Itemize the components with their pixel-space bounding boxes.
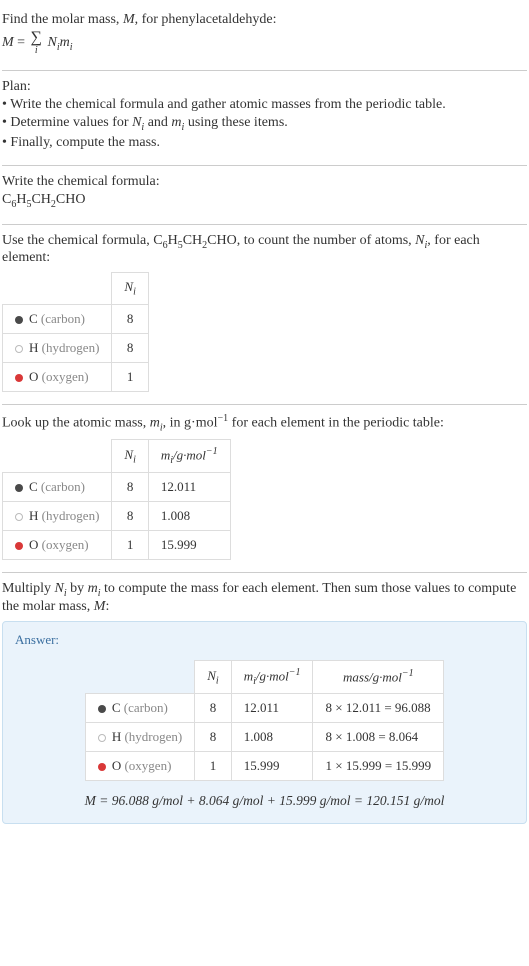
plan-item: • Finally, compute the mass. bbox=[2, 135, 527, 151]
molar-mass-formula: M = ∑ i Nimi bbox=[2, 30, 527, 56]
table-row: H (hydrogen) 8 1.008 bbox=[3, 502, 231, 531]
calc-cell: 8 × 1.008 = 8.064 bbox=[313, 723, 444, 752]
element-cell: H (hydrogen) bbox=[3, 333, 112, 362]
answer-box: Answer: Ni mi/g·mol−1 mass/g·mol−1 C (ca… bbox=[2, 621, 527, 824]
m-cell: 1.008 bbox=[148, 502, 230, 531]
table-row: C (carbon) 8 12.011 8 × 12.011 = 96.088 bbox=[85, 694, 443, 723]
header-m: mi/g·mol−1 bbox=[231, 661, 313, 694]
count-text-a: Use the chemical formula, bbox=[2, 233, 153, 248]
chem-formula-section: Write the chemical formula: C6H5CH2CHO bbox=[2, 166, 527, 225]
table-row: O (oxygen) 1 15.999 1 × 15.999 = 15.999 bbox=[85, 752, 443, 781]
n-cell: 1 bbox=[112, 362, 148, 391]
table-row: C (carbon) 8 bbox=[3, 304, 149, 333]
chem-formula-heading: Write the chemical formula: bbox=[2, 174, 527, 190]
plan-item: • Determine values for Ni and mi using t… bbox=[2, 115, 527, 133]
count-text: Use the chemical formula, C6H5CH2CHO, to… bbox=[2, 233, 527, 267]
element-cell: O (oxygen) bbox=[3, 531, 112, 560]
element-cell: C (carbon) bbox=[85, 694, 194, 723]
table-row: O (oxygen) 1 bbox=[3, 362, 149, 391]
header-n: Ni bbox=[195, 661, 231, 694]
dot-icon bbox=[15, 374, 23, 382]
intro-line: Find the molar mass, M, for phenylacetal… bbox=[2, 12, 527, 28]
m-cell: 15.999 bbox=[231, 752, 313, 781]
dot-icon bbox=[15, 513, 23, 521]
m-cell: 12.011 bbox=[231, 694, 313, 723]
dot-icon bbox=[15, 316, 23, 324]
header-m: mi/g·mol−1 bbox=[148, 440, 230, 473]
element-cell: C (carbon) bbox=[3, 473, 112, 502]
element-cell: O (oxygen) bbox=[3, 362, 112, 391]
dot-icon bbox=[98, 705, 106, 713]
result-section: Multiply Ni by mi to compute the mass fo… bbox=[2, 573, 527, 836]
n-cell: 8 bbox=[195, 723, 231, 752]
intro-section: Find the molar mass, M, for phenylacetal… bbox=[2, 4, 527, 71]
m-cell: 12.011 bbox=[148, 473, 230, 502]
header-mass: mass/g·mol−1 bbox=[313, 661, 444, 694]
table-row: H (hydrogen) 8 bbox=[3, 333, 149, 362]
n-cell: 8 bbox=[112, 502, 148, 531]
n-cell: 8 bbox=[195, 694, 231, 723]
blank-header bbox=[3, 440, 112, 473]
m-cell: 1.008 bbox=[231, 723, 313, 752]
n-cell: 8 bbox=[112, 473, 148, 502]
dot-icon bbox=[15, 345, 23, 353]
result-text: Multiply Ni by mi to compute the mass fo… bbox=[2, 581, 527, 615]
table-row: H (hydrogen) 8 1.008 8 × 1.008 = 8.064 bbox=[85, 723, 443, 752]
mass-section: Look up the atomic mass, mi, in g·mol−1 … bbox=[2, 405, 527, 573]
mass-table: Ni mi/g·mol−1 C (carbon) 8 12.011 H (hyd… bbox=[2, 439, 231, 560]
calc-cell: 8 × 12.011 = 96.088 bbox=[313, 694, 444, 723]
mass-text: Look up the atomic mass, mi, in g·mol−1 … bbox=[2, 413, 527, 433]
header-n: Ni bbox=[112, 273, 148, 305]
sigma-icon: ∑ i bbox=[31, 30, 42, 56]
element-cell: H (hydrogen) bbox=[85, 723, 194, 752]
dot-icon bbox=[98, 763, 106, 771]
table-row: O (oxygen) 1 15.999 bbox=[3, 531, 231, 560]
element-cell: C (carbon) bbox=[3, 304, 112, 333]
dot-icon bbox=[15, 484, 23, 492]
final-result: M = 96.088 g/mol + 8.064 g/mol + 15.999 … bbox=[85, 793, 445, 809]
calc-cell: 1 × 15.999 = 15.999 bbox=[313, 752, 444, 781]
n-cell: 1 bbox=[112, 531, 148, 560]
header-n: Ni bbox=[112, 440, 148, 473]
element-cell: H (hydrogen) bbox=[3, 502, 112, 531]
table-header-row: Ni bbox=[3, 273, 149, 305]
blank-header bbox=[85, 661, 194, 694]
count-section: Use the chemical formula, C6H5CH2CHO, to… bbox=[2, 225, 527, 405]
chem-formula: C6H5CH2CHO bbox=[2, 192, 527, 210]
answer-table: Ni mi/g·mol−1 mass/g·mol−1 C (carbon) 8 … bbox=[85, 660, 444, 781]
plan-heading: Plan: bbox=[2, 79, 527, 95]
answer-label: Answer: bbox=[15, 632, 514, 648]
blank-header bbox=[3, 273, 112, 305]
n-cell: 8 bbox=[112, 304, 148, 333]
n-cell: 1 bbox=[195, 752, 231, 781]
n-cell: 8 bbox=[112, 333, 148, 362]
count-table: Ni C (carbon) 8 H (hydrogen) 8 O (oxygen… bbox=[2, 272, 149, 392]
table-header-row: Ni mi/g·mol−1 bbox=[3, 440, 231, 473]
m-cell: 15.999 bbox=[148, 531, 230, 560]
table-row: C (carbon) 8 12.011 bbox=[3, 473, 231, 502]
plan-section: Plan: • Write the chemical formula and g… bbox=[2, 71, 527, 166]
table-header-row: Ni mi/g·mol−1 mass/g·mol−1 bbox=[85, 661, 443, 694]
dot-icon bbox=[98, 734, 106, 742]
element-cell: O (oxygen) bbox=[85, 752, 194, 781]
plan-item: • Write the chemical formula and gather … bbox=[2, 97, 527, 113]
dot-icon bbox=[15, 542, 23, 550]
